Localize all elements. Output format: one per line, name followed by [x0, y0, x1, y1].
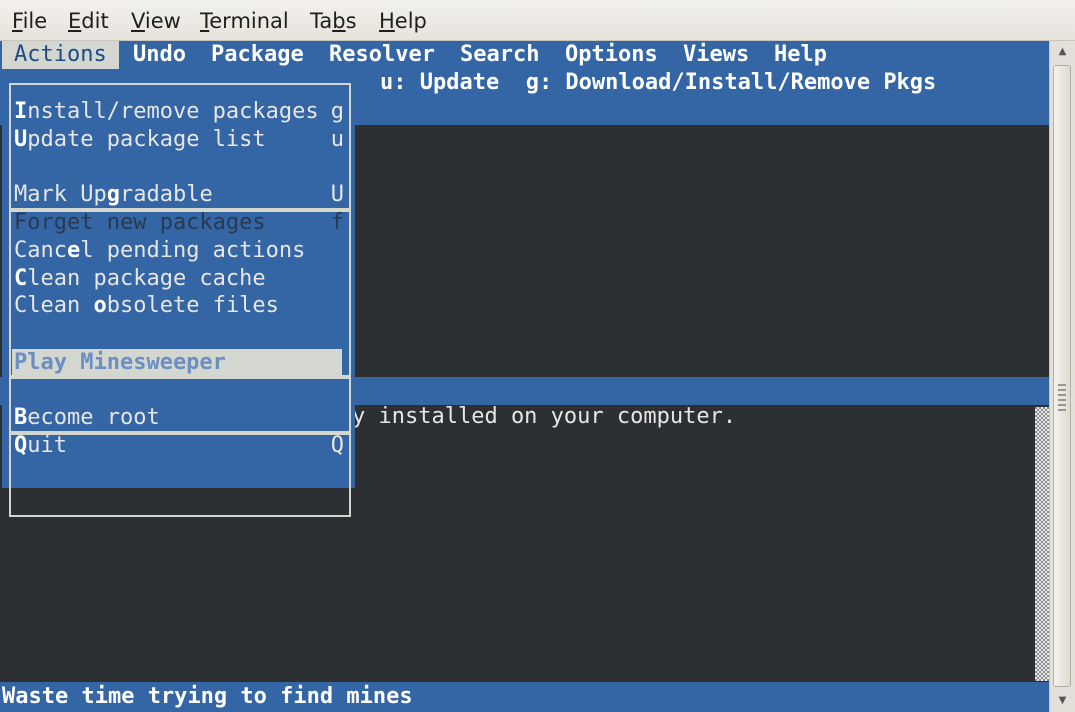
- scroll-up-arrow-icon[interactable]: ▲: [1050, 41, 1075, 63]
- shortcut-key: Q: [330, 433, 344, 458]
- menu-tabs[interactable]: Tabs: [310, 8, 357, 34]
- aptitude-menu-help[interactable]: Help: [774, 41, 827, 69]
- actions-dropdown-menu: Install/remove packages g Update package…: [2, 69, 355, 517]
- scroll-down-arrow-icon[interactable]: ▼: [1050, 690, 1075, 712]
- aptitude-menu-views[interactable]: Views: [683, 41, 749, 69]
- menu-item-mark-upgradable[interactable]: Mark Upgradable U: [14, 181, 344, 209]
- shortcut-key: f: [330, 210, 344, 235]
- menu-item-update-list[interactable]: Update package list u: [14, 126, 344, 154]
- shortcut-key: u: [330, 127, 344, 152]
- menu-item-clean-cache[interactable]: Clean package cache: [14, 265, 344, 293]
- menu-view[interactable]: View: [131, 8, 181, 34]
- menu-item-become-root[interactable]: Become root: [14, 404, 344, 432]
- description-scroll-indicator: [1035, 407, 1049, 681]
- aptitude-menu-undo[interactable]: Undo: [133, 41, 186, 69]
- aptitude-menu-package[interactable]: Package: [211, 41, 304, 69]
- menu-item-clean-obsolete[interactable]: Clean obsolete files: [14, 292, 344, 320]
- menu-item-cancel-pending[interactable]: Cancel pending actions: [14, 237, 344, 265]
- scrollbar-thumb[interactable]: [1053, 65, 1071, 687]
- package-description-text: y installed on your computer.: [352, 404, 737, 429]
- terminal-scrollbar[interactable]: ▲ ▼: [1049, 41, 1075, 712]
- shortcut-key: g: [330, 99, 344, 124]
- aptitude-menu-resolver[interactable]: Resolver: [329, 41, 435, 69]
- shortcut-key: U: [330, 182, 344, 207]
- key-hint-text: u: Update g: Download/Install/Remove Pkg…: [380, 70, 937, 95]
- aptitude-menubar: Actions Undo Package Resolver Search Opt…: [0, 41, 1049, 69]
- menu-terminal[interactable]: Terminal: [200, 8, 289, 34]
- menu-edit[interactable]: Edit: [68, 8, 109, 34]
- menu-item-play-minesweeper[interactable]: Play Minesweeper: [12, 349, 342, 377]
- aptitude-menu-search[interactable]: Search: [460, 41, 539, 69]
- aptitude-menu-options[interactable]: Options: [565, 41, 658, 69]
- status-line: Waste time trying to find mines: [0, 682, 1049, 712]
- terminal-window-menubar: File Edit View Terminal Tabs Help: [0, 0, 1075, 41]
- grip-icon: [1058, 384, 1066, 412]
- menu-item-install-remove[interactable]: Install/remove packages g: [14, 98, 344, 126]
- menu-item-forget-new: Forget new packages f: [14, 210, 344, 235]
- aptitude-menu-actions[interactable]: Actions: [2, 41, 119, 69]
- menu-file[interactable]: File: [12, 8, 47, 34]
- menu-item-quit[interactable]: Quit Q: [14, 432, 344, 460]
- terminal-screen[interactable]: Actions Undo Package Resolver Search Opt…: [0, 41, 1049, 712]
- menu-help[interactable]: Help: [379, 8, 427, 34]
